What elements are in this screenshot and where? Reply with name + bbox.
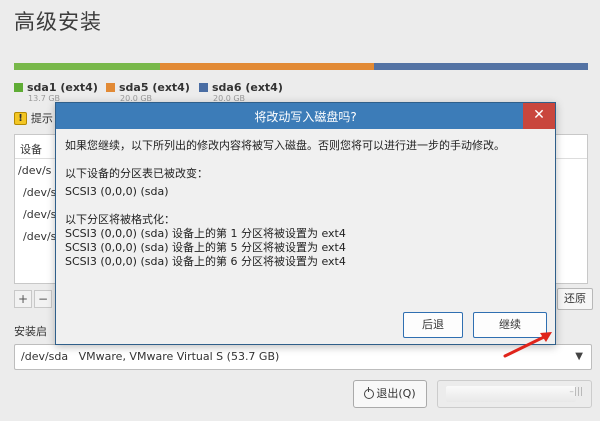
table-changed-item: SCSI3 (0,0,0) (sda) <box>65 185 169 198</box>
partition-bar-sda1 <box>14 63 161 70</box>
partition-bar-sda5 <box>160 63 374 70</box>
legend-label-sda1: sda1 (ext4) <box>27 81 98 94</box>
format-item: SCSI3 (0,0,0) (sda) 设备上的第 6 分区将被设置为 ext4 <box>65 255 346 268</box>
install-now-button[interactable]: –||| <box>437 380 592 408</box>
dropdown-arrow-icon: ▼ <box>575 351 583 362</box>
legend-swatch-sda5 <box>106 83 115 92</box>
remove-partition-button[interactable]: − <box>34 290 52 308</box>
annotation-arrow-icon <box>503 332 552 358</box>
page-title: 高级安装 <box>14 10 102 34</box>
legend-swatch-sda1 <box>14 83 23 92</box>
add-partition-button[interactable]: + <box>14 290 32 308</box>
legend-label-sda5: sda5 (ext4) <box>119 81 190 94</box>
dialog-intro: 如果您继续，以下所列出的修改内容将被写入磁盘。否则您将可以进行进一步的手动修改。 <box>65 139 505 152</box>
warning-icon: ! <box>14 111 27 125</box>
warning-text: 提示 <box>30 112 53 125</box>
revert-button[interactable]: 还原 <box>557 288 593 310</box>
format-item: SCSI3 (0,0,0) (sda) 设备上的第 5 分区将被设置为 ext4 <box>65 241 346 254</box>
legend-sda5: sda5 (ext4) 20.0 GB <box>106 80 190 104</box>
legend-label-sda6: sda6 (ext4) <box>212 81 283 94</box>
legend-sda6: sda6 (ext4) 20.0 GB <box>199 80 283 104</box>
install-button-end: –||| <box>569 387 583 397</box>
close-icon[interactable]: ✕ <box>523 103 555 129</box>
partition-bar-sda6 <box>373 63 588 70</box>
write-changes-dialog: 将改动写入磁盘吗? ✕ 如果您继续，以下所列出的修改内容将被写入磁盘。否则您将可… <box>55 102 556 345</box>
boot-device-path: /dev/sda <box>21 350 69 363</box>
partition-bar <box>14 63 588 70</box>
partition-legend: sda1 (ext4) 13.7 GB sda5 (ext4) 20.0 GB … <box>14 80 588 104</box>
legend-swatch-sda6 <box>199 83 208 92</box>
boot-device-desc: VMware, VMware Virtual S (53.7 GB) <box>78 350 280 363</box>
format-heading: 以下分区将被格式化： <box>65 213 175 226</box>
dialog-title: 将改动写入磁盘吗? <box>254 110 357 124</box>
dialog-titlebar[interactable]: 将改动写入磁盘吗? ✕ <box>56 103 555 129</box>
dialog-body: 如果您继续，以下所列出的修改内容将被写入磁盘。否则您将可以进行进一步的手动修改。… <box>56 129 555 269</box>
back-button[interactable]: 后退 <box>403 312 463 338</box>
power-icon <box>364 387 375 399</box>
format-item: SCSI3 (0,0,0) (sda) 设备上的第 1 分区将被设置为 ext4 <box>65 227 346 240</box>
legend-sda1: sda1 (ext4) 13.7 GB <box>14 80 98 104</box>
quit-button[interactable]: 退出(Q) <box>353 380 427 408</box>
quit-button-label: 退出(Q) <box>376 387 416 400</box>
table-changed-heading: 以下设备的分区表已被改变： <box>65 167 208 180</box>
boot-loader-label: 安装启 <box>14 325 47 338</box>
